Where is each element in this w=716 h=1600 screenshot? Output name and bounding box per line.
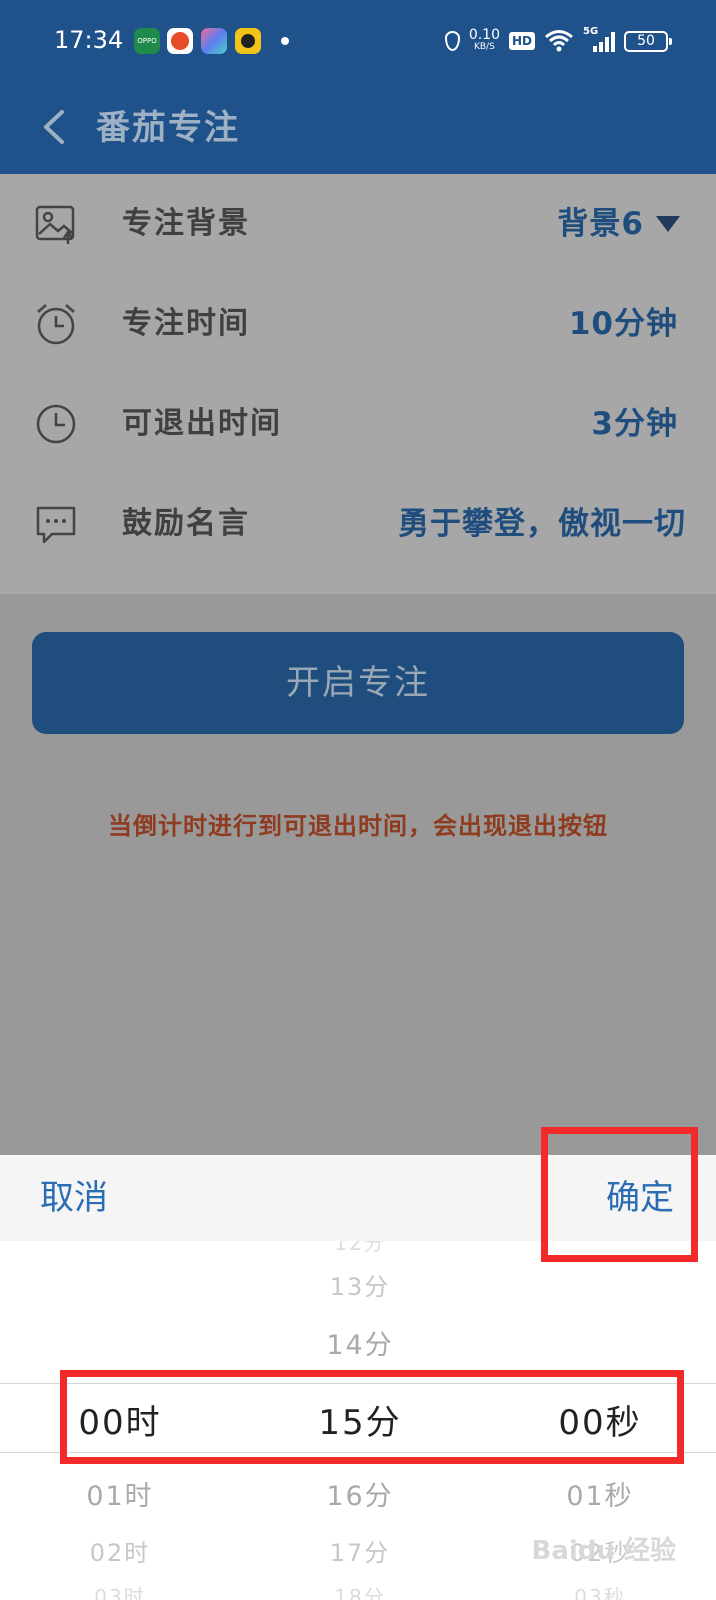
cancel-button[interactable]: 取消	[40, 1173, 108, 1223]
status-bar: 17:34 OPPO 0.10 KB/S HD 5G 50	[0, 0, 716, 84]
hour-option[interactable]: 03时	[60, 1581, 180, 1600]
network-type: 5G	[583, 26, 599, 37]
oppo-app-icon: OPPO	[134, 28, 160, 54]
status-indicators: 0.10 KB/S HD 5G 50	[444, 25, 672, 57]
red-app-icon	[167, 28, 193, 54]
message-icon	[36, 506, 76, 544]
setting-row-motto[interactable]: 鼓励名言 勇于攀登，傲视一切	[0, 474, 716, 574]
setting-row-exit-time[interactable]: 可退出时间 3分钟	[0, 374, 716, 474]
start-focus-button[interactable]: 开启专注	[32, 632, 684, 734]
clock-icon	[36, 404, 76, 444]
hour-option[interactable]: 02时	[60, 1533, 180, 1568]
confirm-highlight-box	[541, 1127, 698, 1262]
net-speed: 0.10 KB/S	[468, 27, 500, 53]
cell-signal-icon: 5G	[583, 26, 615, 52]
exit-hint-text: 当倒计时进行到可退出时间，会出现退出按钮	[108, 812, 608, 840]
setting-value: 背景6	[557, 206, 644, 242]
colorful-app-icon	[201, 28, 227, 54]
minute-option[interactable]: 14分	[298, 1323, 422, 1362]
back-arrow-icon[interactable]	[32, 102, 82, 152]
battery-icon: 50	[624, 30, 672, 52]
minute-option[interactable]: 12分	[298, 1241, 422, 1256]
app-bar: 番茄专注	[0, 84, 716, 174]
setting-label: 专注时间	[122, 306, 250, 341]
image-icon	[35, 205, 75, 244]
settings-list: 专注背景 背景6 专注时间 10分钟 可退出时间 3分钟 鼓励名言 勇于攀登，傲…	[0, 174, 716, 594]
setting-value: 勇于攀登，傲视一切	[398, 506, 686, 542]
notification-dot-icon	[281, 37, 289, 45]
hd-badge: HD	[508, 32, 535, 50]
hour-option[interactable]: 01时	[60, 1474, 180, 1513]
second-option[interactable]: 03秒	[538, 1581, 662, 1600]
cat-app-icon	[235, 28, 261, 54]
minute-option[interactable]: 16分	[298, 1474, 422, 1513]
setting-label: 可退出时间	[122, 406, 282, 441]
setting-label: 专注背景	[122, 206, 250, 241]
setting-row-background[interactable]: 专注背景 背景6	[0, 174, 716, 274]
data-saver-icon	[444, 31, 460, 51]
setting-value: 3分钟	[591, 406, 678, 442]
minute-option[interactable]: 13分	[298, 1267, 422, 1302]
minute-option[interactable]: 18分	[298, 1581, 422, 1600]
wifi-icon	[545, 30, 573, 52]
second-option[interactable]: 01秒	[538, 1474, 662, 1513]
setting-row-focus-time[interactable]: 专注时间 10分钟	[0, 274, 716, 374]
alarm-clock-icon	[37, 304, 75, 345]
page-title: 番茄专注	[96, 108, 240, 148]
caret-down-icon	[656, 216, 680, 232]
minute-option[interactable]: 17分	[298, 1533, 422, 1568]
setting-value: 10分钟	[568, 306, 678, 342]
status-time: 17:34	[54, 26, 124, 54]
net-speed-value: 0.10	[468, 27, 500, 43]
setting-label: 鼓励名言	[122, 506, 250, 541]
watermark-logo: Baidu 经验	[531, 1536, 676, 1566]
selection-highlight-box	[60, 1370, 684, 1464]
